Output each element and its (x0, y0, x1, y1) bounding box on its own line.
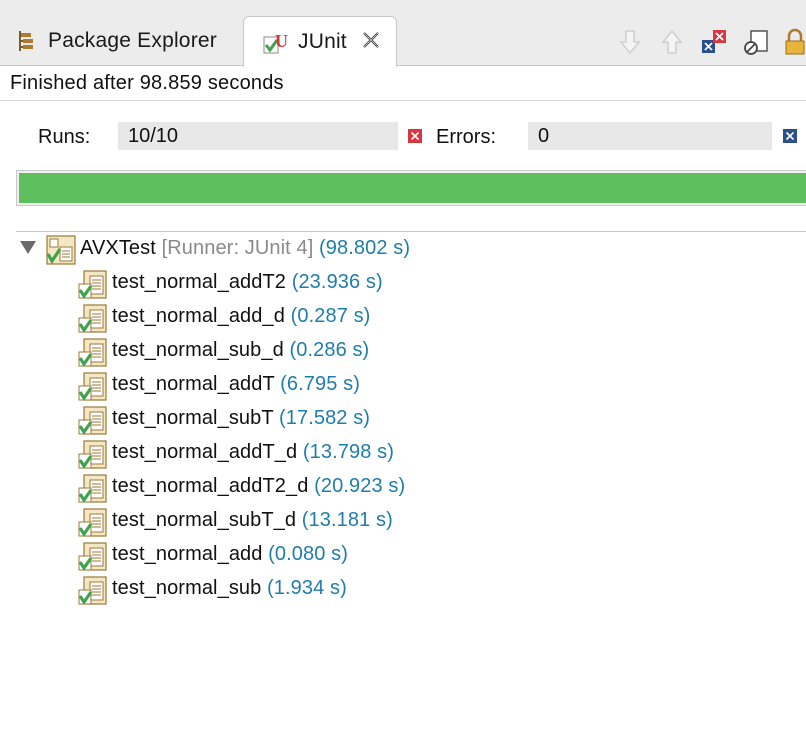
tree-test-row[interactable]: test_normal_sub (1.934 s) (0, 572, 806, 606)
test-success-icon (78, 338, 107, 367)
test-name: test_normal_addT2_d (112, 475, 309, 497)
progress-fill (19, 173, 806, 203)
tree-test-row[interactable]: test_normal_addT (6.795 s) (0, 368, 806, 402)
test-time: (23.936 s) (291, 271, 383, 293)
counter-panel: Runs: 10/10 Errors: 0 (0, 120, 806, 154)
test-time: (0.286 s) (289, 339, 370, 361)
test-time: (1.934 s) (267, 577, 347, 599)
error-icon (408, 129, 422, 143)
test-success-icon (78, 576, 107, 605)
test-time: (20.923 s) (314, 475, 406, 497)
test-success-icon (78, 304, 107, 333)
test-name: test_normal_addT2 (112, 271, 287, 293)
test-success-icon (78, 372, 107, 401)
tree-test-label: test_normal_addT_d (13.798 s) (112, 441, 394, 464)
test-suite-name: AVXTest (80, 237, 156, 259)
next-failure-icon[interactable] (616, 28, 644, 56)
tree-test-label: test_normal_add (0.080 s) (112, 543, 348, 566)
test-time: (13.181 s) (301, 509, 393, 531)
tab-package-explorer-label: Package Explorer (48, 29, 217, 52)
test-time: (6.795 s) (280, 373, 360, 395)
tab-package-explorer[interactable]: Package Explorer (0, 16, 242, 66)
previous-failure-icon[interactable] (658, 28, 686, 56)
svg-text:U: U (275, 31, 288, 51)
tree-test-row[interactable]: test_normal_add_d (0.287 s) (0, 300, 806, 334)
test-success-icon (78, 440, 107, 469)
test-success-icon (78, 508, 107, 537)
test-name: test_normal_addT (112, 373, 275, 395)
test-time: (17.582 s) (279, 407, 371, 429)
test-suite-success-icon (46, 235, 76, 265)
tree-test-label: test_normal_add_d (0.287 s) (112, 305, 370, 328)
tree-test-label: test_normal_subT (17.582 s) (112, 407, 370, 430)
test-name: test_normal_subT_d (112, 509, 297, 531)
test-success-icon (78, 406, 107, 435)
tree-test-label: test_normal_subT_d (13.181 s) (112, 509, 393, 532)
test-success-icon (78, 474, 107, 503)
test-time: (13.798 s) (302, 441, 394, 463)
junit-icon: U (262, 29, 290, 55)
test-runner-label: [Runner: JUnit 4] (161, 237, 314, 259)
collapse-triangle-icon[interactable] (20, 241, 36, 254)
tree-test-row[interactable]: test_normal_subT (17.582 s) (0, 402, 806, 436)
tree-test-row[interactable]: test_normal_addT_d (13.798 s) (0, 436, 806, 470)
show-failures-only-icon[interactable] (700, 28, 728, 56)
tree-test-row[interactable]: test_normal_subT_d (13.181 s) (0, 504, 806, 538)
tree-test-label: test_normal_addT (6.795 s) (112, 373, 360, 396)
test-name: test_normal_addT_d (112, 441, 298, 463)
tree-test-label: test_normal_sub_d (0.286 s) (112, 339, 369, 362)
failure-icon (783, 129, 797, 143)
scroll-lock-icon[interactable] (742, 28, 770, 56)
test-name: test_normal_subT (112, 407, 274, 429)
test-name: test_normal_sub (112, 577, 262, 599)
tree-test-label: test_normal_addT2_d (20.923 s) (112, 475, 405, 498)
test-name: test_normal_sub_d (112, 339, 284, 361)
tree-test-label: test_normal_sub (1.934 s) (112, 577, 347, 600)
tree-test-row[interactable]: test_normal_addT2_d (20.923 s) (0, 470, 806, 504)
test-suite-time: (98.802 s) (319, 237, 411, 259)
history-icon[interactable] (784, 28, 806, 56)
tree-test-row[interactable]: test_normal_sub_d (0.286 s) (0, 334, 806, 368)
runs-value: 10/10 (118, 122, 398, 150)
package-explorer-icon (16, 30, 36, 52)
view-toolbar (602, 22, 806, 62)
test-success-icon (78, 270, 107, 299)
errors-value: 0 (528, 122, 772, 150)
test-success-icon (78, 542, 107, 571)
test-time: (0.287 s) (290, 305, 371, 327)
close-icon[interactable] (361, 30, 381, 54)
tree-test-label: test_normal_addT2 (23.936 s) (112, 271, 383, 294)
tab-junit[interactable]: U JUnit (243, 16, 397, 67)
errors-label: Errors: (436, 126, 496, 148)
tree-test-row[interactable]: test_normal_addT2 (23.936 s) (0, 266, 806, 300)
test-name: test_normal_add_d (112, 305, 285, 327)
runs-label: Runs: (38, 126, 91, 148)
tree-test-row[interactable]: test_normal_add (0.080 s) (0, 538, 806, 572)
view-tab-bar: Package Explorer U JUnit (0, 0, 806, 67)
tree-root-label: AVXTest [Runner: JUnit 4] (98.802 s) (80, 237, 410, 260)
test-name: test_normal_add (112, 543, 263, 565)
test-time: (0.080 s) (268, 543, 348, 565)
test-progress-bar (16, 170, 806, 206)
status-message: Finished after 98.859 seconds (10, 72, 284, 94)
divider (0, 100, 806, 101)
tree-root-row[interactable]: AVXTest [Runner: JUnit 4] (98.802 s) (0, 232, 806, 266)
tab-junit-label: JUnit (298, 30, 347, 53)
